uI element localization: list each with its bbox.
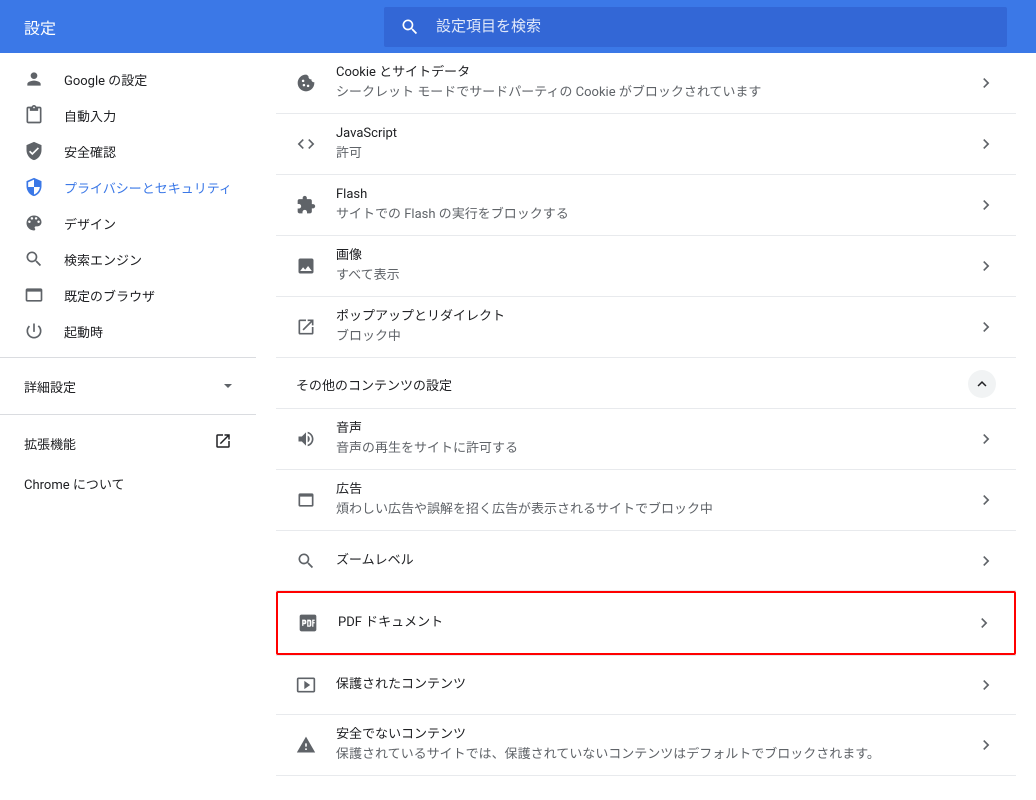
chevron-right-icon [976, 73, 996, 93]
setting-title: 画像 [336, 246, 976, 266]
warning-icon [296, 735, 316, 755]
window-icon [296, 490, 316, 510]
extensions-label: 拡張機能 [24, 434, 76, 453]
sidebar-label: デザイン [64, 214, 116, 233]
sidebar-item-startup[interactable]: 起動時 [0, 313, 256, 349]
collapse-button[interactable] [968, 370, 996, 398]
shield-check-icon [24, 141, 44, 161]
setting-title: Flash [336, 185, 976, 205]
setting-pdf[interactable]: PDF ドキュメント [278, 593, 1014, 653]
pdf-icon [298, 613, 318, 633]
chevron-right-icon [976, 735, 996, 755]
chevron-right-icon [976, 675, 996, 695]
setting-javascript[interactable]: JavaScript 許可 [276, 114, 1016, 175]
sidebar-label: 安全確認 [64, 142, 116, 161]
browser-icon [24, 285, 44, 305]
setting-title: 安全でないコンテンツ [336, 725, 976, 745]
search-bar[interactable] [384, 7, 1007, 47]
clipboard-icon [24, 105, 44, 125]
advanced-label: 詳細設定 [24, 377, 76, 396]
sidebar-label: 自動入力 [64, 106, 116, 125]
search-icon [400, 17, 420, 37]
chevron-right-icon [976, 195, 996, 215]
setting-title: PDF ドキュメント [338, 613, 974, 633]
setting-subtitle: 音声の再生をサイトに許可する [336, 439, 976, 459]
shield-icon [24, 177, 44, 197]
header-title: 設定 [24, 15, 384, 39]
setting-zoom[interactable]: ズームレベル [276, 531, 1016, 591]
setting-unsafe[interactable]: 安全でないコンテンツ 保護されているサイトでは、保護されていないコンテンツはデフ… [276, 715, 1016, 776]
setting-protected[interactable]: 保護されたコンテンツ [276, 655, 1016, 715]
setting-title: 音声 [336, 419, 976, 439]
setting-cookies[interactable]: Cookie とサイトデータ シークレット モードでサードパーティの Cooki… [276, 53, 1016, 114]
setting-flash[interactable]: Flash サイトでの Flash の実行をブロックする [276, 175, 1016, 236]
sidebar-about[interactable]: Chrome について [0, 463, 256, 503]
chevron-right-icon [976, 490, 996, 510]
chevron-right-icon [976, 429, 996, 449]
popup-icon [296, 317, 316, 337]
palette-icon [24, 213, 44, 233]
setting-subtitle: 煩わしい広告や誤解を招く広告が表示されるサイトでブロック中 [336, 500, 976, 520]
code-icon [296, 134, 316, 154]
plugin-icon [296, 195, 316, 215]
power-icon [24, 321, 44, 341]
setting-title: JavaScript [336, 124, 976, 144]
chevron-down-icon [224, 384, 232, 388]
chevron-right-icon [976, 134, 996, 154]
chevron-right-icon [976, 317, 996, 337]
setting-images[interactable]: 画像 すべて表示 [276, 236, 1016, 297]
setting-title: 広告 [336, 480, 976, 500]
volume-icon [296, 429, 316, 449]
search-input[interactable] [436, 18, 991, 35]
sidebar-label: 起動時 [64, 322, 103, 341]
sidebar-label: 検索エンジン [64, 250, 142, 269]
setting-subtitle: すべて表示 [336, 266, 976, 286]
setting-title: ポップアップとリダイレクト [336, 307, 976, 327]
sidebar-extensions[interactable]: 拡張機能 [0, 423, 256, 463]
setting-subtitle: 保護されているサイトでは、保護されていないコンテンツはデフォルトでブロックされま… [336, 745, 976, 765]
sidebar-item-default-browser[interactable]: 既定のブラウザ [0, 277, 256, 313]
setting-ads[interactable]: 広告 煩わしい広告や誤解を招く広告が表示されるサイトでブロック中 [276, 470, 1016, 531]
sidebar-item-safety[interactable]: 安全確認 [0, 133, 256, 169]
sidebar-item-google[interactable]: Google の設定 [0, 61, 256, 97]
chevron-right-icon [976, 551, 996, 571]
setting-subtitle: ブロック中 [336, 327, 976, 347]
setting-title: 保護されたコンテンツ [336, 675, 976, 695]
section-header-other: その他のコンテンツの設定 [276, 358, 1016, 409]
sidebar-item-design[interactable]: デザイン [0, 205, 256, 241]
setting-audio[interactable]: 音声 音声の再生をサイトに許可する [276, 409, 1016, 470]
sidebar-item-search-engine[interactable]: 検索エンジン [0, 241, 256, 277]
highlight-box: PDF ドキュメント [276, 591, 1016, 655]
setting-title: ズームレベル [336, 551, 976, 571]
cookie-icon [296, 73, 316, 93]
sidebar-label: 既定のブラウザ [64, 286, 155, 305]
chevron-up-icon [973, 375, 991, 393]
external-link-icon [214, 432, 232, 454]
image-icon [296, 256, 316, 276]
chevron-right-icon [976, 256, 996, 276]
main-content: Cookie とサイトデータ シークレット モードでサードパーティの Cooki… [256, 53, 1036, 800]
magnify-icon [296, 551, 316, 571]
sidebar-item-privacy[interactable]: プライバシーとセキュリティ [0, 169, 256, 205]
setting-title: Cookie とサイトデータ [336, 63, 976, 83]
sidebar-label: Google の設定 [64, 70, 147, 89]
setting-subtitle: シークレット モードでサードパーティの Cookie がブロックされています [336, 83, 976, 103]
sidebar-advanced[interactable]: 詳細設定 [0, 366, 256, 406]
section-header-label: その他のコンテンツの設定 [296, 375, 452, 394]
sidebar-separator [0, 357, 256, 358]
setting-popups[interactable]: ポップアップとリダイレクト ブロック中 [276, 297, 1016, 358]
protected-icon [296, 675, 316, 695]
sidebar-item-autofill[interactable]: 自動入力 [0, 97, 256, 133]
about-label: Chrome について [24, 474, 124, 493]
chevron-right-icon [974, 613, 994, 633]
magnify-icon [24, 249, 44, 269]
setting-subtitle: 許可 [336, 144, 976, 164]
sidebar-separator [0, 414, 256, 415]
sidebar: Google の設定 自動入力 安全確認 プライバシーとセキュリティ デザイン … [0, 53, 256, 800]
setting-subtitle: サイトでの Flash の実行をブロックする [336, 205, 976, 225]
person-icon [24, 69, 44, 89]
sidebar-label: プライバシーとセキュリティ [64, 178, 232, 197]
header: 設定 [0, 0, 1036, 53]
